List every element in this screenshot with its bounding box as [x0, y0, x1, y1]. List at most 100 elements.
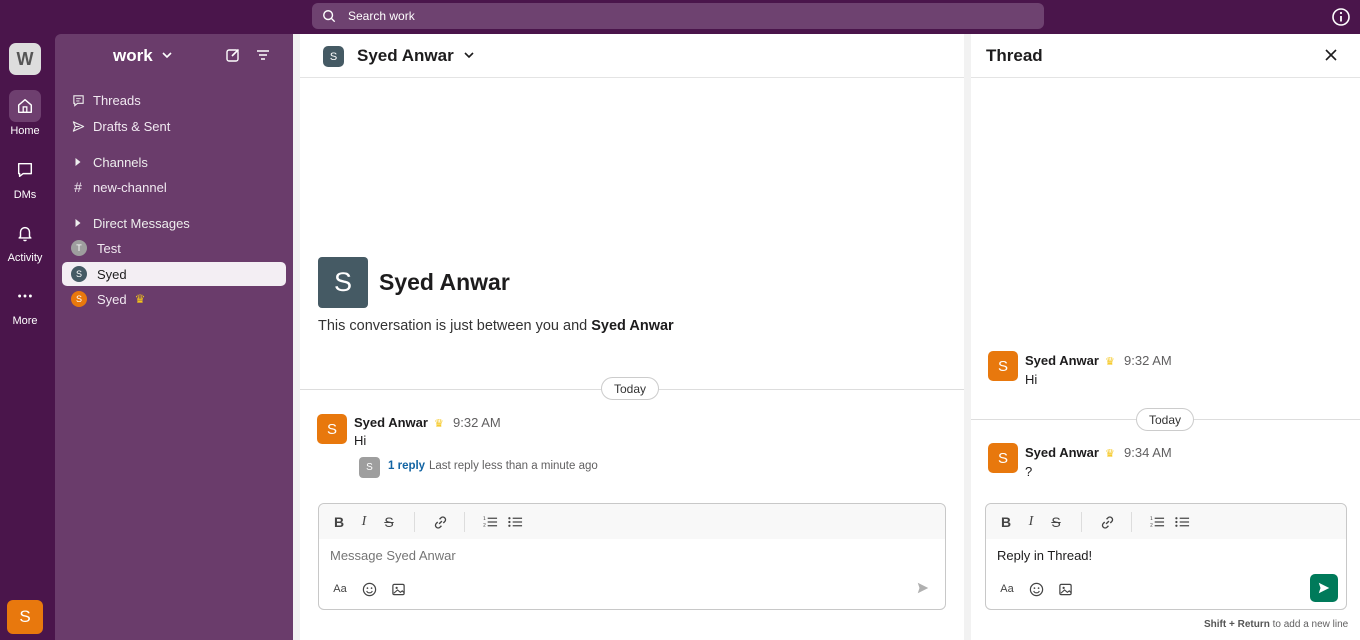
bullet-list-icon[interactable]: [1173, 513, 1191, 531]
italic-icon[interactable]: I: [355, 513, 373, 531]
sidebar: work Threads Drafts & Sent Channels # ne…: [55, 34, 293, 640]
toolbar-divider: [1081, 512, 1082, 532]
rail-activity[interactable]: Activity: [0, 217, 50, 264]
thread-composer: B I S 12 Aa: [985, 503, 1347, 610]
message-input[interactable]: [330, 548, 831, 563]
search-placeholder: Search work: [348, 9, 415, 23]
rail-home[interactable]: Home: [0, 90, 50, 137]
caret-right-icon: [75, 219, 81, 227]
search-bar[interactable]: Search work: [312, 3, 1044, 29]
chevron-down-icon[interactable]: [161, 50, 173, 60]
send-button[interactable]: [1310, 574, 1338, 602]
channels-section-toggle[interactable]: Channels: [62, 150, 286, 174]
sidebar-item-dm-syed[interactable]: S Syed: [62, 262, 286, 286]
crown-icon: ♛: [434, 418, 444, 430]
message-time[interactable]: 9:34 AM: [1124, 445, 1172, 460]
message-author[interactable]: Syed Anwar: [1025, 353, 1099, 368]
date-pill[interactable]: Today: [601, 377, 660, 400]
ordered-list-icon[interactable]: 12: [481, 513, 499, 531]
image-icon[interactable]: [389, 580, 407, 598]
message-text: Hi: [1025, 372, 1038, 387]
message-time[interactable]: 9:32 AM: [1124, 353, 1172, 368]
avatar: S: [71, 291, 87, 307]
send-button[interactable]: [909, 574, 937, 602]
sidebar-header: work: [55, 44, 293, 68]
workspace-avatar[interactable]: W: [9, 43, 41, 75]
crown-icon: ♛: [1105, 448, 1115, 460]
sidebar-item-threads[interactable]: Threads: [62, 88, 286, 112]
user-avatar[interactable]: S: [7, 600, 43, 634]
panel-gutter: [293, 34, 300, 640]
rail-more-label: More: [12, 315, 38, 327]
thread-title: Thread: [986, 46, 1043, 65]
workspace-name[interactable]: work: [113, 46, 153, 66]
filter-icon[interactable]: [255, 47, 271, 63]
text-format-icon[interactable]: Aa: [998, 580, 1016, 598]
conversation-pane: S Syed Anwar S Syed Anwar This conversat…: [300, 34, 964, 640]
text-format-icon[interactable]: Aa: [331, 580, 349, 598]
bold-icon[interactable]: B: [997, 513, 1015, 531]
avatar[interactable]: S: [988, 351, 1018, 381]
toolbar-divider: [464, 512, 465, 532]
chevron-down-icon[interactable]: [463, 50, 475, 60]
toolbar-divider: [414, 512, 415, 532]
keyboard-hint-keys: Shift + Return: [1204, 619, 1270, 630]
message-author[interactable]: Syed Anwar: [1025, 445, 1099, 460]
emoji-icon[interactable]: [360, 580, 378, 598]
avatar: S: [323, 46, 344, 67]
message-author[interactable]: Syed Anwar: [354, 415, 428, 430]
emoji-icon[interactable]: [1027, 580, 1045, 598]
rail-activity-label: Activity: [7, 252, 43, 264]
info-icon[interactable]: [1331, 7, 1351, 27]
strikethrough-icon[interactable]: S: [1047, 513, 1065, 531]
conversation-header: S Syed Anwar: [300, 34, 964, 78]
thread-header: Thread: [971, 34, 1360, 78]
link-icon[interactable]: [1098, 513, 1116, 531]
intro-name[interactable]: Syed Anwar: [379, 269, 510, 296]
svg-text:1: 1: [1150, 516, 1153, 522]
rail-dms-label: DMs: [13, 189, 37, 201]
avatar[interactable]: S: [317, 414, 347, 444]
sidebar-item-label: Threads: [93, 92, 141, 108]
dm-section-toggle[interactable]: Direct Messages: [62, 211, 286, 235]
rail-dms[interactable]: DMs: [0, 154, 50, 201]
bold-icon[interactable]: B: [330, 513, 348, 531]
svg-text:2: 2: [483, 523, 486, 529]
sidebar-item-drafts[interactable]: Drafts & Sent: [62, 114, 286, 138]
keyboard-hint: Shift + Return to add a new line: [1204, 619, 1348, 630]
thread-reply-input[interactable]: [997, 548, 1285, 563]
rail-more[interactable]: More: [0, 280, 50, 327]
link-icon[interactable]: [431, 513, 449, 531]
strikethrough-icon[interactable]: S: [380, 513, 398, 531]
close-icon[interactable]: [1323, 47, 1339, 63]
panel-gutter: [964, 34, 971, 640]
message-time[interactable]: 9:32 AM: [453, 415, 501, 430]
compose-icon[interactable]: [225, 47, 241, 63]
italic-icon[interactable]: I: [1022, 513, 1040, 531]
date-pill[interactable]: Today: [1136, 408, 1195, 431]
reply-count-link[interactable]: 1 reply: [388, 460, 425, 472]
sidebar-item-label: Syed: [97, 291, 127, 307]
sidebar-item-new-channel[interactable]: # new-channel: [62, 175, 286, 199]
intro-text-prefix: This conversation is just between you an…: [318, 318, 592, 334]
svg-text:2: 2: [1150, 523, 1153, 529]
formatting-toolbar: B I S 12: [986, 504, 1346, 539]
conversation-title[interactable]: Syed Anwar: [357, 46, 454, 66]
sidebar-item-dm-syed-self[interactable]: S Syed ♛: [62, 287, 286, 311]
intro-text: This conversation is just between you an…: [318, 318, 674, 334]
more-icon: [18, 294, 32, 298]
send-icon: [917, 582, 929, 594]
crown-icon: ♛: [134, 292, 146, 306]
sidebar-item-dm-test[interactable]: T Test: [62, 236, 286, 260]
channels-section-label: Channels: [93, 154, 148, 170]
message-text: ?: [1025, 464, 1033, 479]
send-icon: [1318, 582, 1330, 594]
image-icon[interactable]: [1056, 580, 1074, 598]
ordered-list-icon[interactable]: 12: [1148, 513, 1166, 531]
avatar[interactable]: S: [988, 443, 1018, 473]
bullet-list-icon[interactable]: [506, 513, 524, 531]
avatar: T: [71, 240, 87, 256]
top-bar: Search work: [0, 0, 1360, 34]
crown-icon: ♛: [1105, 356, 1115, 368]
bell-icon: [18, 226, 32, 242]
